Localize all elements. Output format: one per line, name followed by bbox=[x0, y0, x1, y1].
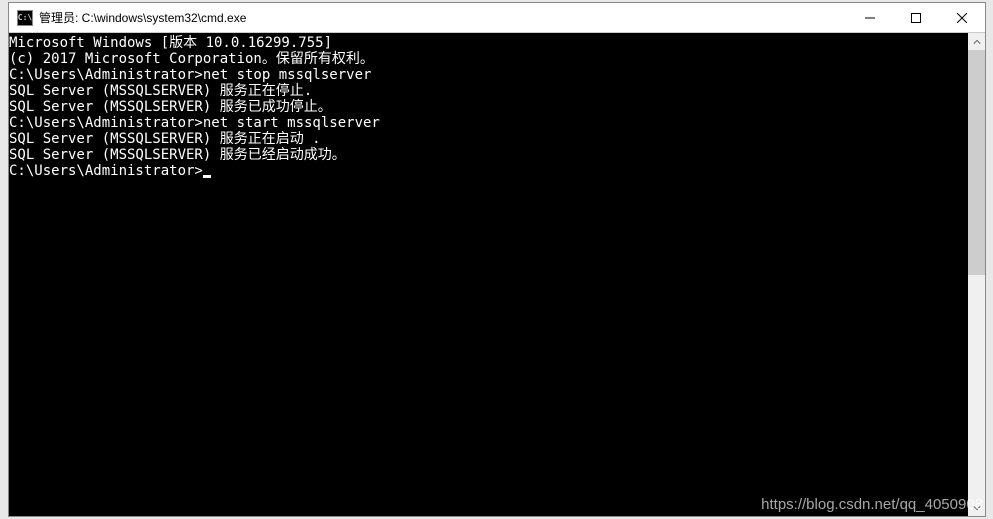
cursor bbox=[203, 175, 211, 178]
terminal-line: C:\Users\Administrator>net stop mssqlser… bbox=[9, 67, 968, 83]
minimize-button[interactable] bbox=[847, 3, 893, 32]
close-button[interactable] bbox=[939, 3, 985, 32]
terminal-line: Microsoft Windows [版本 10.0.16299.755] bbox=[9, 35, 968, 51]
titlebar[interactable]: C:\ 管理员: C:\windows\system32\cmd.exe bbox=[9, 3, 985, 33]
vertical-scrollbar[interactable] bbox=[968, 33, 985, 516]
terminal-line: SQL Server (MSSQLSERVER) 服务正在启动 . bbox=[9, 131, 968, 147]
terminal-output[interactable]: Microsoft Windows [版本 10.0.16299.755](c)… bbox=[9, 33, 968, 516]
terminal-area: Microsoft Windows [版本 10.0.16299.755](c)… bbox=[9, 33, 985, 516]
window-controls bbox=[847, 3, 985, 32]
terminal-line: SQL Server (MSSQLSERVER) 服务已经启动成功。 bbox=[9, 147, 968, 163]
window-title: 管理员: C:\windows\system32\cmd.exe bbox=[39, 9, 847, 26]
scroll-down-arrow-icon[interactable] bbox=[968, 499, 985, 516]
terminal-line: SQL Server (MSSQLSERVER) 服务已成功停止。 bbox=[9, 99, 968, 115]
scroll-up-arrow-icon[interactable] bbox=[968, 33, 985, 50]
scroll-thumb[interactable] bbox=[968, 50, 985, 275]
terminal-line: C:\Users\Administrator>net start mssqlse… bbox=[9, 115, 968, 131]
scroll-track[interactable] bbox=[968, 50, 985, 499]
terminal-line: (c) 2017 Microsoft Corporation。保留所有权利。 bbox=[9, 51, 968, 67]
maximize-button[interactable] bbox=[893, 3, 939, 32]
terminal-line: SQL Server (MSSQLSERVER) 服务正在停止. bbox=[9, 83, 968, 99]
terminal-line: C:\Users\Administrator> bbox=[9, 163, 968, 179]
cmd-window: C:\ 管理员: C:\windows\system32\cmd.exe Mic… bbox=[8, 2, 986, 517]
cmd-icon: C:\ bbox=[17, 10, 33, 26]
